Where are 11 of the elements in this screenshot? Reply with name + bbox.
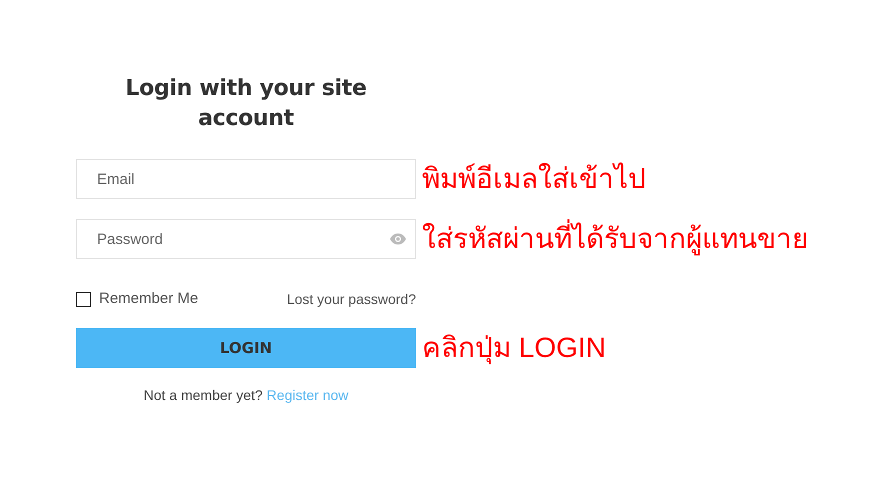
footer-text: Not a member yet? (144, 386, 263, 405)
annotation-text: ใส่รหัสผ่านที่ได้รับจากผู้แทนขาย (422, 218, 808, 260)
annotation-text: คลิกปุ่ม LOGIN (422, 331, 606, 366)
remember-label[interactable]: Remember Me (99, 288, 198, 310)
annotation-text: พิมพ์อีเมลใส่เข้าไป (422, 162, 646, 196)
remember-checkbox[interactable] (76, 292, 91, 306)
password-field[interactable]: Password (76, 219, 416, 259)
email-field[interactable]: Email (76, 159, 416, 199)
login-button[interactable]: LOGIN (76, 328, 416, 368)
login-title: Login with your site account (124, 75, 368, 133)
lost-password-link[interactable]: Lost your password? (286, 288, 416, 310)
